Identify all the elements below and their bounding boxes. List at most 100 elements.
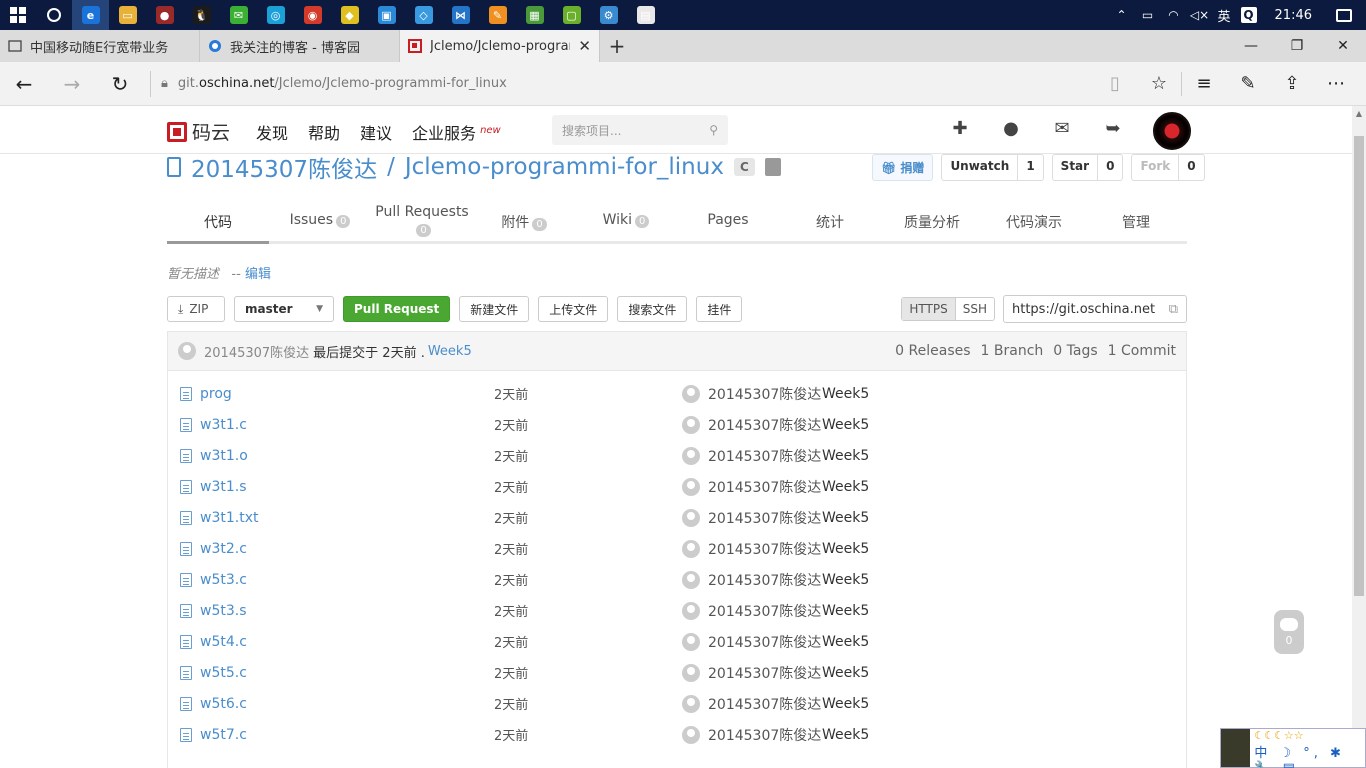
qq-app[interactable]: 🐧 xyxy=(183,0,220,30)
notification-icon[interactable] xyxy=(1336,8,1352,22)
file-commit-message[interactable]: Week5 xyxy=(822,417,869,433)
author-name[interactable]: 20145307陈俊达 xyxy=(708,725,821,745)
start-button[interactable] xyxy=(0,0,36,30)
author-name[interactable]: 20145307陈俊达 xyxy=(708,663,821,683)
app-6[interactable]: ◎ xyxy=(257,0,294,30)
file-author[interactable]: 20145307陈俊达 xyxy=(682,663,822,683)
url-field[interactable]: 🔒︎ git.oschina.net/Jclemo/Jclemo-program… xyxy=(150,70,1093,97)
fork-count[interactable]: 0 xyxy=(1179,155,1203,180)
new-file-button[interactable]: 新建文件 xyxy=(459,296,530,322)
file-name[interactable]: w3t1.c xyxy=(200,417,247,433)
file-author[interactable]: 20145307陈俊达 xyxy=(682,694,822,714)
scroll-thumb[interactable] xyxy=(1354,136,1364,596)
tab-pages[interactable]: Pages xyxy=(677,202,779,241)
cortana-button[interactable] xyxy=(36,0,72,30)
file-author[interactable]: 20145307陈俊达 xyxy=(682,632,822,652)
browser-tab-oschina[interactable]: Jclemo/Jclemo-programmi-for_linux ✕ xyxy=(400,30,600,62)
forward-button[interactable]: → xyxy=(48,62,96,106)
file-name[interactable]: w5t4.c xyxy=(200,634,247,650)
repo-owner-link[interactable]: 20145307陈俊达 xyxy=(191,150,377,184)
ime-avatar[interactable] xyxy=(1221,729,1251,767)
commits-link[interactable]: 1 Commit xyxy=(1108,343,1176,359)
file-author[interactable]: 20145307陈俊达 xyxy=(682,725,822,745)
ime-language[interactable]: 英 xyxy=(1218,6,1231,25)
unwatch-button[interactable]: Unwatch 1 xyxy=(941,154,1044,181)
file-commit-message[interactable]: Week5 xyxy=(822,603,869,619)
file-commit-message[interactable]: Week5 xyxy=(822,541,869,557)
ime-buttons[interactable]: 中 ☽ °, ✱ 🔧 ▤ xyxy=(1254,742,1365,768)
app-14[interactable]: ▢ xyxy=(553,0,590,30)
app-13[interactable]: ▦ xyxy=(516,0,553,30)
app-12[interactable]: ✎ xyxy=(479,0,516,30)
file-author[interactable]: 20145307陈俊达 xyxy=(682,477,822,497)
tab-wiki[interactable]: Wiki 0 xyxy=(575,202,677,241)
file-name[interactable]: w3t1.txt xyxy=(200,510,258,526)
file-link[interactable]: w3t1.o xyxy=(168,448,494,464)
file-commit-message[interactable]: Week5 xyxy=(822,572,869,588)
logout-icon[interactable]: ➥ xyxy=(1100,118,1126,139)
site-logo[interactable]: 码云 xyxy=(167,118,230,145)
nav-discover[interactable]: 发现 xyxy=(256,120,288,144)
ssh-button[interactable]: SSH xyxy=(956,298,994,320)
app-9[interactable]: ▣ xyxy=(368,0,405,30)
file-author[interactable]: 20145307陈俊达 xyxy=(682,446,822,466)
tab-pull-requests[interactable]: Pull Requests 0 xyxy=(371,202,473,241)
file-author[interactable]: 20145307陈俊达 xyxy=(682,508,822,528)
file-name[interactable]: prog xyxy=(200,386,232,402)
file-commit-message[interactable]: Week5 xyxy=(822,696,869,712)
nav-enterprise[interactable]: 企业服务 new xyxy=(412,120,501,144)
volume-icon[interactable]: ◁× xyxy=(1190,7,1209,23)
tab-code[interactable]: 代码 xyxy=(167,202,269,244)
file-commit-message[interactable]: Week5 xyxy=(822,386,869,402)
plus-icon[interactable]: ✚ xyxy=(947,118,973,139)
file-author[interactable]: 20145307陈俊达 xyxy=(682,539,822,559)
tab-stats[interactable]: 统计 xyxy=(779,202,881,241)
releases-link[interactable]: 0 Releases xyxy=(895,343,970,359)
minimize-button[interactable]: — xyxy=(1228,30,1274,62)
copy-icon[interactable]: ⧉ xyxy=(1169,302,1178,317)
file-link[interactable]: w3t2.c xyxy=(168,541,494,557)
mail-icon[interactable]: ✉ xyxy=(1049,118,1075,139)
file-link[interactable]: w5t3.s xyxy=(168,603,494,619)
vscode-app[interactable]: ⋈ xyxy=(442,0,479,30)
file-commit-message[interactable]: Week5 xyxy=(822,479,869,495)
repo-name-link[interactable]: Jclemo-programmi-for_linux xyxy=(405,154,724,180)
file-author[interactable]: 20145307陈俊达 xyxy=(682,415,822,435)
commit-author[interactable]: 20145307陈俊达 xyxy=(204,342,309,361)
author-name[interactable]: 20145307陈俊达 xyxy=(708,477,821,497)
wifi-icon[interactable]: ◠ xyxy=(1166,7,1182,23)
author-name[interactable]: 20145307陈俊达 xyxy=(708,539,821,559)
clock[interactable]: 21:46 xyxy=(1275,8,1312,23)
battery-icon[interactable]: ▭ xyxy=(1140,7,1156,23)
fork-button[interactable]: Fork 0 xyxy=(1131,154,1205,181)
browser-tab-mobile[interactable]: 中国移动随E行宽带业务 xyxy=(0,30,200,62)
ime-q-icon[interactable]: Q xyxy=(1240,7,1257,23)
author-name[interactable]: 20145307陈俊达 xyxy=(708,508,821,528)
file-link[interactable]: w3t1.txt xyxy=(168,510,494,526)
https-button[interactable]: HTTPS xyxy=(902,298,956,320)
tab-issues[interactable]: Issues 0 xyxy=(269,202,371,241)
author-name[interactable]: 20145307陈俊达 xyxy=(708,446,821,466)
pull-request-button[interactable]: Pull Request xyxy=(343,296,451,322)
file-commit-message[interactable]: Week5 xyxy=(822,448,869,464)
comment-bubble[interactable]: 0 xyxy=(1274,610,1304,654)
author-name[interactable]: 20145307陈俊达 xyxy=(708,601,821,621)
author-name[interactable]: 20145307陈俊达 xyxy=(708,632,821,652)
app-16[interactable]: ▤ xyxy=(627,0,664,30)
file-link[interactable]: w5t7.c xyxy=(168,727,494,743)
file-link[interactable]: w5t6.c xyxy=(168,696,494,712)
nav-suggest[interactable]: 建议 xyxy=(360,120,392,144)
file-commit-message[interactable]: Week5 xyxy=(822,634,869,650)
hub-icon[interactable]: ≡ xyxy=(1182,62,1226,106)
branches-link[interactable]: 1 Branch xyxy=(981,343,1044,359)
web-note-icon[interactable]: ✎ xyxy=(1226,62,1270,106)
app-3[interactable]: ● xyxy=(146,0,183,30)
commit-message-link[interactable]: Week5 xyxy=(428,344,472,359)
tab-manage[interactable]: 管理 xyxy=(1085,202,1187,241)
file-commit-message[interactable]: Week5 xyxy=(822,727,869,743)
tab-demo[interactable]: 代码演示 xyxy=(983,202,1085,241)
share-icon[interactable]: ⇪ xyxy=(1270,62,1314,106)
file-name[interactable]: w5t5.c xyxy=(200,665,247,681)
author-name[interactable]: 20145307陈俊达 xyxy=(708,415,821,435)
branch-select[interactable]: master ▼ xyxy=(234,296,334,322)
